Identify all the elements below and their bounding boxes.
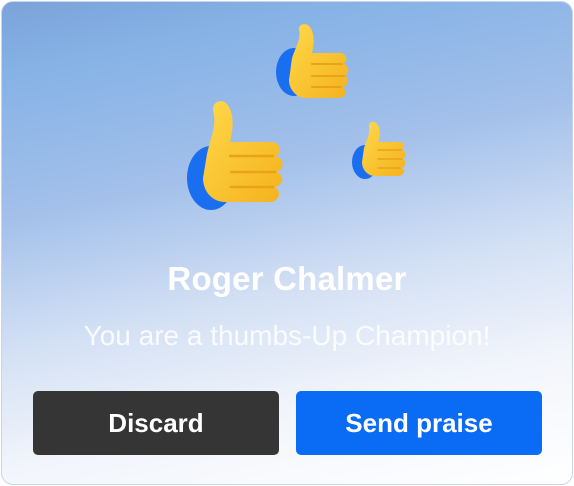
recipient-name: Roger Chalmer xyxy=(167,260,407,297)
thumbs-up-icon xyxy=(185,96,293,214)
praise-message: You are a thumbs-Up Champion! xyxy=(83,320,491,351)
thumbs-up-icon xyxy=(274,24,354,108)
send-praise-button[interactable]: Send praise xyxy=(296,391,542,455)
thumbs-up-icon xyxy=(350,120,410,182)
discard-button[interactable]: Discard xyxy=(33,391,279,455)
praise-card: Roger Chalmer You are a thumbs-Up Champi… xyxy=(1,1,573,485)
